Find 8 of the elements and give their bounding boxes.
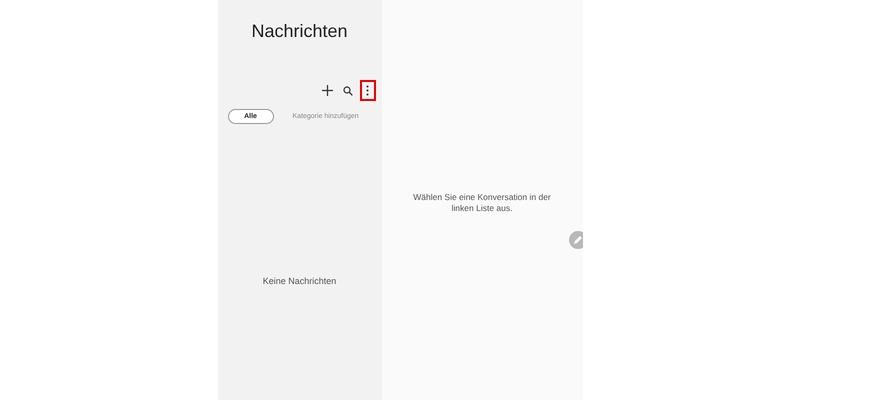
pencil-icon xyxy=(572,235,582,245)
search-icon xyxy=(342,86,352,96)
app-title: Nachrichten xyxy=(251,21,348,42)
empty-hint: Wählen Sie eine Konversation in der linken Liste aus. xyxy=(412,192,552,214)
more-icon xyxy=(366,85,369,96)
empty-message: Keine Nachrichten xyxy=(262,276,336,286)
more-button[interactable] xyxy=(360,80,376,101)
plus-icon xyxy=(322,85,333,96)
